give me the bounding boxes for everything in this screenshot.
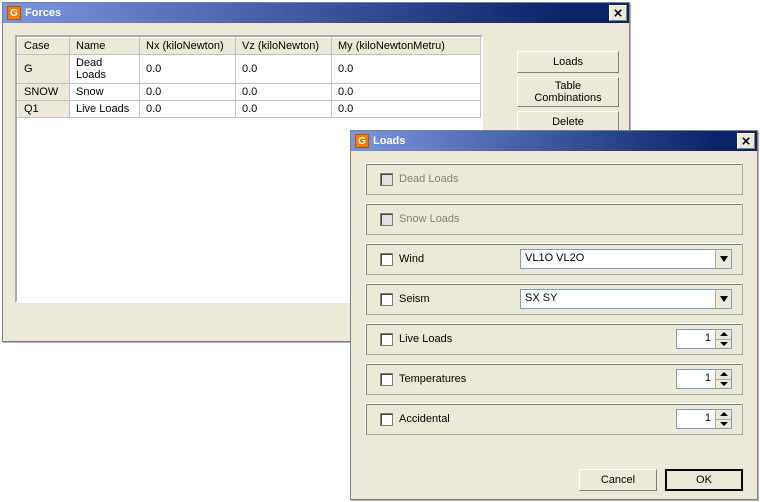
col-case[interactable]: Case — [18, 38, 70, 55]
accidental-option: Accidental 1 — [365, 403, 743, 435]
spin-up-icon[interactable] — [715, 410, 731, 419]
table-row[interactable]: Q1 Live Loads 0.0 0.0 0.0 — [18, 101, 481, 118]
temperatures-checkbox[interactable] — [380, 373, 393, 386]
loads-titlebar[interactable]: G Loads — [351, 131, 757, 151]
spin-up-icon[interactable] — [715, 330, 731, 339]
seism-combo-value: SX SY — [521, 290, 715, 308]
ok-button[interactable]: OK — [665, 469, 743, 491]
wind-combo[interactable]: VL1O VL2O — [520, 249, 732, 269]
forces-side-buttons: Loads Table Combinations Delete — [517, 51, 619, 133]
seism-checkbox[interactable] — [380, 293, 393, 306]
loads-title: Loads — [373, 135, 405, 147]
wind-option: Wind VL1O VL2O — [365, 243, 743, 275]
seism-combo[interactable]: SX SY — [520, 289, 732, 309]
cell-name[interactable]: Snow — [70, 84, 140, 101]
cell-name[interactable]: Live Loads — [70, 101, 140, 118]
forces-table[interactable]: Case Name Nx (kiloNewton) Vz (kiloNewton… — [17, 37, 481, 118]
cell-my[interactable]: 0.0 — [332, 55, 481, 84]
wind-combo-value: VL1O VL2O — [521, 250, 715, 268]
seism-label: Seism — [399, 293, 499, 305]
cell-nx[interactable]: 0.0 — [140, 55, 236, 84]
accidental-checkbox[interactable] — [380, 413, 393, 426]
cell-my[interactable]: 0.0 — [332, 84, 481, 101]
table-combinations-button[interactable]: Table Combinations — [517, 77, 619, 107]
live-loads-label: Live Loads — [399, 333, 499, 345]
app-icon: G — [7, 6, 21, 20]
cell-case[interactable]: G — [18, 55, 70, 84]
snow-loads-checkbox — [380, 213, 393, 226]
snow-loads-label: Snow Loads — [399, 213, 499, 225]
cancel-button[interactable]: Cancel — [579, 469, 657, 491]
spin-up-icon[interactable] — [715, 370, 731, 379]
accidental-value[interactable]: 1 — [677, 410, 715, 428]
col-vz[interactable]: Vz (kiloNewton) — [236, 38, 332, 55]
temperatures-option: Temperatures 1 — [365, 363, 743, 395]
cell-case[interactable]: Q1 — [18, 101, 70, 118]
cell-case[interactable]: SNOW — [18, 84, 70, 101]
close-icon[interactable] — [609, 5, 627, 21]
cell-nx[interactable]: 0.0 — [140, 101, 236, 118]
temperatures-spinner[interactable]: 1 — [676, 369, 732, 389]
close-icon[interactable] — [737, 133, 755, 149]
cell-vz[interactable]: 0.0 — [236, 84, 332, 101]
live-loads-value[interactable]: 1 — [677, 330, 715, 348]
cell-vz[interactable]: 0.0 — [236, 55, 332, 84]
seism-option: Seism SX SY — [365, 283, 743, 315]
app-icon: G — [355, 134, 369, 148]
temperatures-label: Temperatures — [399, 373, 499, 385]
forces-titlebar[interactable]: G Forces — [3, 3, 629, 23]
cell-vz[interactable]: 0.0 — [236, 101, 332, 118]
dead-loads-option: Dead Loads — [365, 163, 743, 195]
dialog-footer: Cancel OK — [365, 459, 743, 491]
cell-my[interactable]: 0.0 — [332, 101, 481, 118]
accidental-label: Accidental — [399, 413, 499, 425]
loads-dialog: G Loads Dead Loads Snow Loads Wind VL1O … — [350, 130, 758, 500]
wind-label: Wind — [399, 253, 499, 265]
accidental-spinner[interactable]: 1 — [676, 409, 732, 429]
chevron-down-icon[interactable] — [715, 250, 731, 268]
spin-down-icon[interactable] — [715, 379, 731, 389]
col-my[interactable]: My (kiloNewtonMetru) — [332, 38, 481, 55]
table-row[interactable]: G Dead Loads 0.0 0.0 0.0 — [18, 55, 481, 84]
live-loads-option: Live Loads 1 — [365, 323, 743, 355]
col-name[interactable]: Name — [70, 38, 140, 55]
table-row[interactable]: SNOW Snow 0.0 0.0 0.0 — [18, 84, 481, 101]
live-loads-checkbox[interactable] — [380, 333, 393, 346]
forces-title: Forces — [25, 7, 61, 19]
dead-loads-label: Dead Loads — [399, 173, 499, 185]
cell-nx[interactable]: 0.0 — [140, 84, 236, 101]
wind-checkbox[interactable] — [380, 253, 393, 266]
chevron-down-icon[interactable] — [715, 290, 731, 308]
loads-button[interactable]: Loads — [517, 51, 619, 73]
temperatures-value[interactable]: 1 — [677, 370, 715, 388]
cell-name[interactable]: Dead Loads — [70, 55, 140, 84]
dead-loads-checkbox — [380, 173, 393, 186]
spin-down-icon[interactable] — [715, 419, 731, 429]
live-loads-spinner[interactable]: 1 — [676, 329, 732, 349]
snow-loads-option: Snow Loads — [365, 203, 743, 235]
col-nx[interactable]: Nx (kiloNewton) — [140, 38, 236, 55]
spin-down-icon[interactable] — [715, 339, 731, 349]
